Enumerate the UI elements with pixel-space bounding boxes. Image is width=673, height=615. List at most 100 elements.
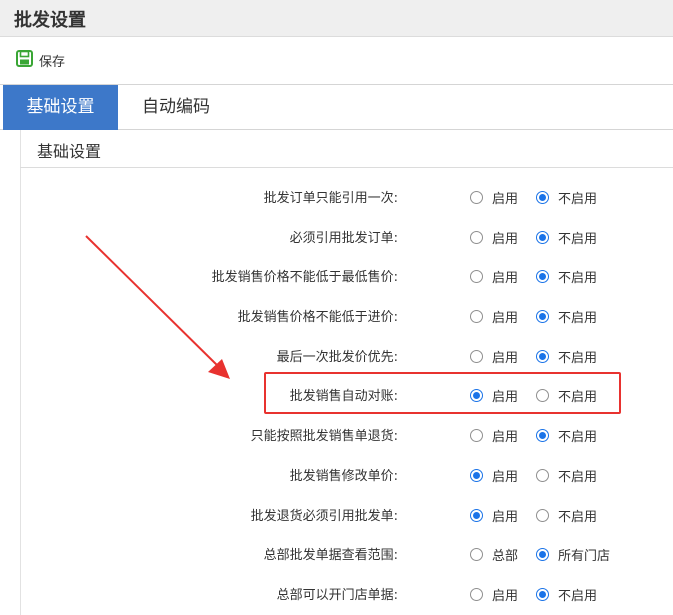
setting-label: 批发销售自动对账: [289,389,398,405]
save-button[interactable]: 保存 [16,49,65,71]
radio-option-label: 不启用 [558,509,598,525]
setting-row: 批发订单只能引用一次: 启用 不启用 [0,177,673,217]
settings-list: 批发订单只能引用一次: 启用 不启用 必须引用批发订单: 启用 不启用 批发销售价格不能低于… [0,177,673,614]
radio-option-label: 启用 [492,509,519,525]
radio-option[interactable]: 启用 [470,426,518,445]
radio-option[interactable]: 启用 [470,307,518,326]
setting-label: 总部可以开门店单据: [276,587,398,603]
radio-unselected-icon[interactable] [470,191,483,204]
radio-option-label: 不启用 [558,350,598,366]
radio-option-label: 启用 [492,588,519,604]
radio-option[interactable]: 不启用 [536,506,597,525]
radio-option[interactable]: 不启用 [536,426,597,445]
radio-option[interactable]: 不启用 [536,267,597,286]
radio-selected-icon[interactable] [536,230,549,244]
radio-option-label: 启用 [492,469,519,485]
setting-row: 批发销售价格不能低于最低售价: 启用 不启用 [0,256,673,296]
radio-option-label: 不启用 [558,430,598,446]
radio-option[interactable]: 所有门店 [536,545,610,564]
radio-option-label: 不启用 [558,469,598,485]
radio-option-label: 启用 [492,390,519,406]
radio-option[interactable]: 启用 [470,347,518,366]
radio-unselected-icon[interactable] [470,587,483,601]
radio-option[interactable]: 不启用 [536,228,597,247]
title-bar: 批发设置 [0,0,673,37]
setting-row: 批发销售价格不能低于进价: 启用 不启用 [0,296,673,336]
radio-option-label: 不启用 [558,231,598,247]
radio-option-label: 不启用 [558,311,598,327]
radio-option-label: 不启用 [558,588,598,604]
tab-auto-coding[interactable]: 自动编码 [126,85,226,130]
radio-selected-icon[interactable] [536,349,549,363]
radio-option[interactable]: 不启用 [536,347,597,366]
radio-option-label: 启用 [492,311,519,327]
radio-selected-icon[interactable] [470,468,483,482]
setting-row: 必须引用批发订单: 启用 不启用 [0,217,673,257]
section-divider [20,167,673,168]
setting-label: 批发订单只能引用一次: [263,191,398,206]
radio-option-label: 启用 [492,350,519,366]
setting-label: 批发退货必须引用批发单: [250,508,398,524]
radio-selected-icon[interactable] [536,310,549,324]
tab-basic-settings[interactable]: 基础设置 [3,85,118,130]
setting-label: 批发销售价格不能低于进价: [237,310,398,326]
setting-label: 必须引用批发订单: [289,230,398,246]
radio-option-label: 总部 [492,549,519,565]
radio-option[interactable]: 不启用 [536,188,597,207]
save-icon [16,49,33,71]
radio-option[interactable]: 启用 [470,386,518,405]
radio-option[interactable]: 启用 [470,188,518,207]
radio-option[interactable]: 不启用 [536,386,597,405]
setting-label: 只能按照批发销售单退货: [250,429,398,445]
setting-label: 批发销售价格不能低于最低售价: [211,270,398,286]
radio-selected-icon[interactable] [536,587,549,601]
radio-selected-icon[interactable] [470,508,483,522]
radio-unselected-icon[interactable] [470,270,483,284]
setting-label: 总部批发单据查看范围: [263,548,398,564]
toolbar: 保存 [0,38,673,85]
tab-bar: 基础设置 自动编码 [0,85,673,130]
radio-unselected-icon[interactable] [470,548,483,562]
radio-option-label: 启用 [492,192,519,207]
radio-unselected-icon[interactable] [470,230,483,244]
page-title: 批发设置 [14,10,86,31]
radio-unselected-icon[interactable] [536,508,549,522]
radio-option-label: 不启用 [558,192,598,207]
radio-option-label: 启用 [492,231,519,247]
radio-selected-icon[interactable] [536,429,549,443]
radio-option[interactable]: 启用 [470,585,518,604]
radio-option-label: 所有门店 [558,549,611,565]
radio-unselected-icon[interactable] [470,429,483,443]
radio-option[interactable]: 不启用 [536,466,597,485]
radio-option-label: 启用 [492,271,519,287]
setting-row: 批发销售修改单价: 启用 不启用 [0,455,673,495]
radio-unselected-icon[interactable] [470,349,483,363]
radio-unselected-icon[interactable] [536,468,549,482]
section-title: 基础设置 [37,142,102,161]
setting-row: 批发销售自动对账: 启用 不启用 [0,375,673,415]
radio-option[interactable]: 总部 [470,545,518,564]
radio-selected-icon[interactable] [536,191,549,204]
setting-row: 最后一次批发价优先: 启用 不启用 [0,336,673,376]
setting-row: 只能按照批发销售单退货: 启用 不启用 [0,415,673,455]
radio-selected-icon[interactable] [536,548,549,562]
radio-option[interactable]: 启用 [470,228,518,247]
radio-option[interactable]: 启用 [470,466,518,485]
radio-option-label: 不启用 [558,390,598,406]
setting-row: 总部批发单据查看范围: 总部 所有门店 [0,534,673,574]
radio-selected-icon[interactable] [536,270,549,284]
setting-row: 总部可以开门店单据: 启用 不启用 [0,574,673,614]
radio-option-label: 不启用 [558,271,598,287]
radio-option-label: 启用 [492,430,519,446]
setting-label: 批发销售修改单价: [289,468,398,484]
save-label: 保存 [39,54,66,70]
radio-option[interactable]: 启用 [470,267,518,286]
radio-option[interactable]: 不启用 [536,307,597,326]
radio-unselected-icon[interactable] [536,389,549,403]
setting-label: 最后一次批发价优先: [276,349,398,365]
radio-option[interactable]: 启用 [470,506,518,525]
setting-row: 批发退货必须引用批发单: 启用 不启用 [0,495,673,535]
radio-option[interactable]: 不启用 [536,585,597,604]
radio-selected-icon[interactable] [470,389,483,403]
radio-unselected-icon[interactable] [470,310,483,324]
